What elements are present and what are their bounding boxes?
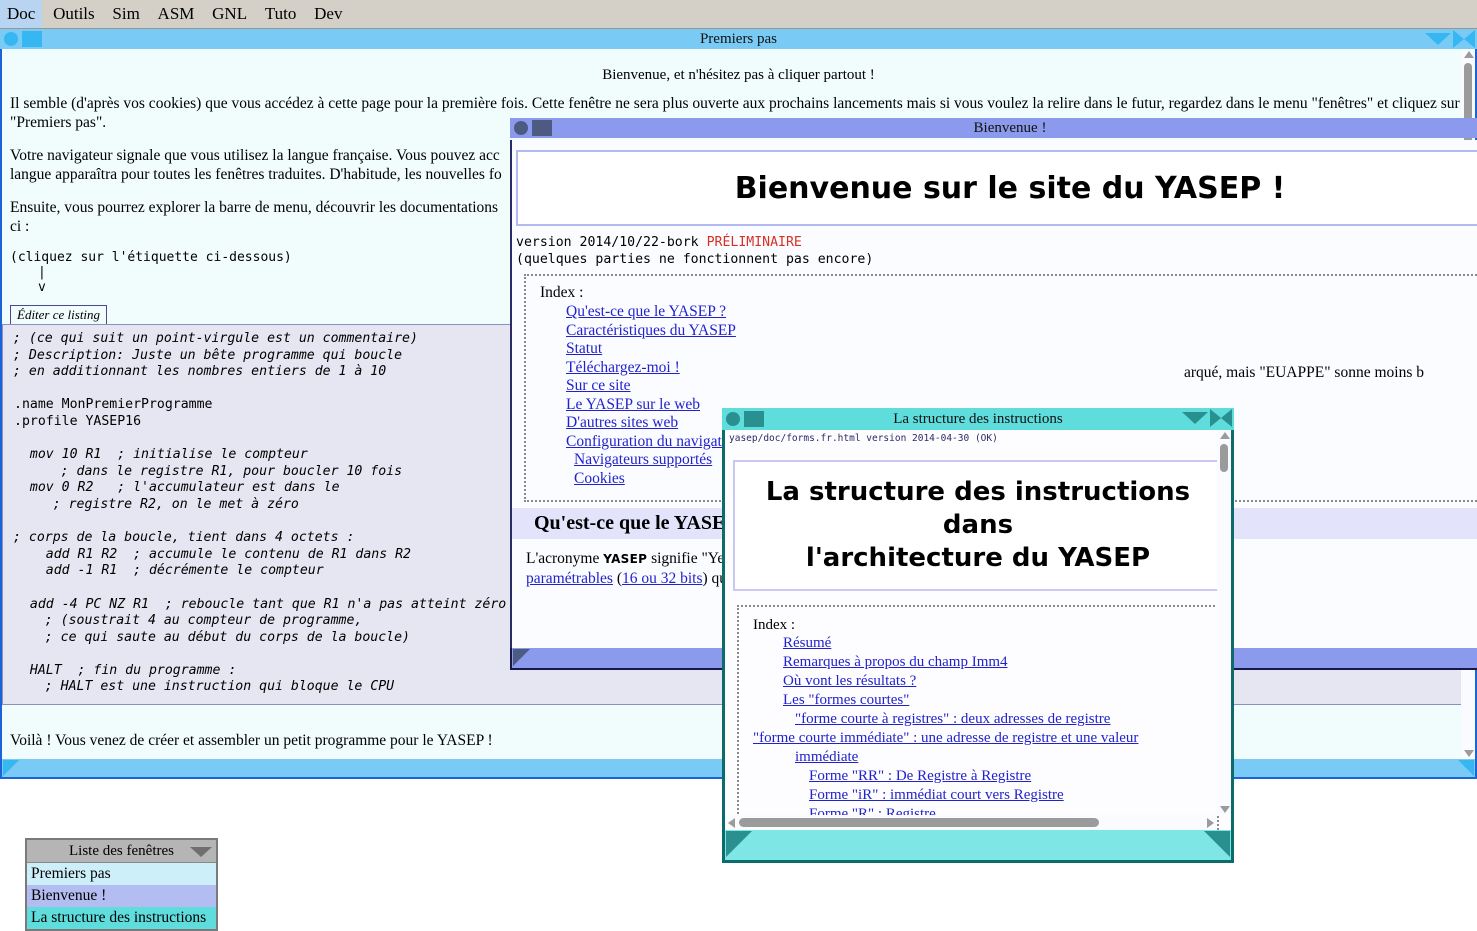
window-list-widget[interactable]: Liste des fenêtres Premiers pas Bienvenu… xyxy=(25,838,218,931)
structure-heading: La structure des instructions dans l'arch… xyxy=(745,476,1211,575)
structure-header-box: La structure des instructions dans l'arch… xyxy=(733,460,1223,591)
window-close-icon[interactable] xyxy=(4,32,18,46)
titlebar-bienvenue[interactable]: Bienvenue ! xyxy=(510,118,1477,138)
listing-directive-name[interactable]: .name MonPremierProgramme xyxy=(13,397,214,412)
window-list-title: Liste des fenêtres xyxy=(69,843,174,859)
bienvenue-version-flag: PRÉLIMINAIRE xyxy=(706,235,802,250)
window-list-item-bienvenue[interactable]: Bienvenue ! xyxy=(27,885,216,907)
titlebar-controls-premiers[interactable] xyxy=(1425,29,1475,49)
bienvenue-version-text: version 2014/10/22-bork xyxy=(516,235,699,250)
window-structure-instructions[interactable]: La structure des instructions yasep/doc/… xyxy=(722,408,1234,863)
window-list-item-structure[interactable]: La structure des instructions xyxy=(27,907,216,929)
listing-line: ; HALT est une instruction qui bloque le… xyxy=(13,679,395,695)
structure-index-box: Index : Résumé Remarques à propos du cha… xyxy=(737,605,1219,830)
listing-instruction-addr1r2[interactable]: add R1 R2 ; accumule le contenu de R1 da… xyxy=(13,547,412,562)
window-title-bienvenue: Bienvenue ! xyxy=(973,120,1047,136)
window-close-icon[interactable] xyxy=(514,121,528,135)
bienvenue-link-bits[interactable]: 16 ou 32 bits xyxy=(622,570,703,587)
scroll-thumb[interactable] xyxy=(1220,444,1228,472)
bienvenue-para-part-a: L'acronyme YASEP signifie "Ye xyxy=(526,550,725,567)
titlebar-structure[interactable]: La structure des instructions xyxy=(722,408,1234,430)
scroll-down-icon[interactable] xyxy=(1220,806,1230,813)
scroll-right-icon[interactable] xyxy=(1207,818,1214,828)
menu-bar: Doc Outils Sim ASM GNL Tuto Dev xyxy=(0,0,1477,29)
chevron-down-icon[interactable] xyxy=(1425,33,1451,45)
structure-heading-line2: l'architecture du YASEP xyxy=(805,543,1151,573)
listing-line: ; (ce qui suit un point-virgule est un c… xyxy=(13,331,418,346)
listing-instruction-addm1r1[interactable]: add -1 R1 ; décrémente le compteur xyxy=(13,563,325,578)
bienvenue-heading: Bienvenue sur le site du YASEP ! xyxy=(734,170,1286,206)
listing-line: ; (soustrait 4 au compteur de programme, xyxy=(13,613,363,629)
structure-index-link-7[interactable]: Forme "iR" : immédiat court vers Registr… xyxy=(809,786,1203,805)
maximize-icon[interactable] xyxy=(1453,30,1475,48)
resize-handle-left-icon[interactable] xyxy=(3,760,19,776)
listing-line: ; ce qui saute au début du corps de la b… xyxy=(13,629,410,645)
window-title-structure: La structure des instructions xyxy=(893,411,1063,427)
window-close-icon[interactable] xyxy=(726,412,740,426)
listing-line: ; registre R2, on le met à zéro xyxy=(13,496,299,512)
menu-item-dev[interactable]: Dev xyxy=(307,0,349,28)
menu-item-doc[interactable]: Doc xyxy=(0,0,43,28)
chevron-down-icon[interactable] xyxy=(1182,412,1208,424)
menu-item-asm[interactable]: ASM xyxy=(151,0,202,28)
listing-line: ; en additionnant les nombres entiers de… xyxy=(13,364,387,380)
listing-line: ; Description: Juste un bête programme q… xyxy=(13,347,403,363)
structure-index-link-0[interactable]: Résumé xyxy=(783,634,1203,653)
menu-item-sim[interactable]: Sim xyxy=(105,0,146,28)
edit-listing-tab[interactable]: Éditer ce listing xyxy=(10,305,108,324)
maximize-icon[interactable] xyxy=(1210,409,1232,427)
bienvenue-index-link-0[interactable]: Qu'est-ce que le YASEP ? xyxy=(566,303,1477,322)
listing-instruction-mov0r2[interactable]: mov 0 R2 ; l'accumulateur est dans le xyxy=(13,480,341,495)
scroll-thumb-h[interactable] xyxy=(739,818,1099,827)
scroll-up-icon[interactable] xyxy=(1220,432,1230,439)
structure-index-link-2[interactable]: Où vont les résultats ? xyxy=(783,672,1203,691)
scroll-up-icon[interactable] xyxy=(1464,51,1474,58)
window-minimize-icon[interactable] xyxy=(532,120,552,136)
bienvenue-header-box: Bienvenue sur le site du YASEP ! xyxy=(516,150,1477,226)
bienvenue-index-label: Index : xyxy=(540,284,584,301)
titlebar-premiers-pas[interactable]: Premiers pas xyxy=(0,29,1477,49)
resize-handle-left-icon[interactable] xyxy=(726,831,752,857)
bienvenue-index-link-1[interactable]: Caractéristiques du YASEP xyxy=(566,322,1477,341)
scroll-down-icon[interactable] xyxy=(1464,750,1474,757)
window-title-premiers-pas: Premiers pas xyxy=(699,31,778,47)
structure-index-link-5[interactable]: "forme courte immédiate" : une adresse d… xyxy=(753,729,1203,767)
listing-instruction-halt[interactable]: HALT ; fin du programme : xyxy=(13,663,237,678)
chevron-down-icon[interactable] xyxy=(190,847,212,857)
structure-heading-line1: La structure des instructions dans xyxy=(765,477,1191,540)
bienvenue-version-block: version 2014/10/22-bork PRÉLIMINAIRE (qu… xyxy=(512,226,1477,268)
titlebar-controls-structure[interactable] xyxy=(1182,408,1232,428)
window-minimize-icon[interactable] xyxy=(22,31,42,47)
scroll-left-icon[interactable] xyxy=(728,818,735,828)
bienvenue-version-note: (quelques parties ne fonctionnent pas en… xyxy=(516,252,874,267)
structure-index-link-4[interactable]: "forme courte à registres" : deux adress… xyxy=(795,710,1203,729)
listing-line: ; dans le registre R1, pour boucler 10 f… xyxy=(13,463,403,479)
window-list-item-premiers-pas[interactable]: Premiers pas xyxy=(27,863,216,885)
resize-handle-left-icon[interactable] xyxy=(513,649,530,666)
resize-handle-right-icon[interactable] xyxy=(1458,760,1474,776)
menu-item-gnl[interactable]: GNL xyxy=(205,0,254,28)
resize-handle-right-icon[interactable] xyxy=(1204,831,1230,857)
structure-index-link-1[interactable]: Remarques à propos du champ Imm4 xyxy=(783,653,1203,672)
structure-index-link-3[interactable]: Les "formes courtes" xyxy=(783,691,1203,710)
listing-instruction-addm4pc[interactable]: add -4 PC NZ R1 ; reboucle tant que R1 n… xyxy=(13,597,507,612)
structure-vertical-scrollbar[interactable] xyxy=(1217,430,1231,815)
window-minimize-icon[interactable] xyxy=(744,411,764,427)
menu-item-outils[interactable]: Outils xyxy=(46,0,102,28)
structure-source-path: yasep/doc/forms.fr.html version 2014-04-… xyxy=(729,433,998,444)
bienvenue-para-tail: arqué, mais "EUAPPE" sonne moins b xyxy=(1184,364,1424,381)
menu-item-tuto[interactable]: Tuto xyxy=(258,0,304,28)
structure-index-label: Index : xyxy=(753,617,796,633)
structure-index-link-6[interactable]: Forme "RR" : De Registre à Registre xyxy=(809,767,1203,786)
window-body-structure: yasep/doc/forms.fr.html version 2014-04-… xyxy=(722,430,1234,830)
window-list-header[interactable]: Liste des fenêtres xyxy=(27,840,216,863)
listing-instruction-mov10r1[interactable]: mov 10 R1 ; initialise le compteur xyxy=(13,447,309,462)
structure-footer-resize-bar[interactable] xyxy=(722,830,1234,863)
listing-line: ; corps de la boucle, tient dans 4 octet… xyxy=(13,530,355,546)
premiers-welcome-line: Bienvenue, et n'hésitez pas à cliquer pa… xyxy=(602,67,875,83)
bienvenue-index-link-2[interactable]: Statut xyxy=(566,340,1477,359)
listing-directive-profile[interactable]: .profile YASEP16 xyxy=(13,414,142,429)
structure-horizontal-scrollbar[interactable] xyxy=(725,815,1217,830)
bienvenue-link-parametrables[interactable]: paramétrables xyxy=(526,570,613,587)
